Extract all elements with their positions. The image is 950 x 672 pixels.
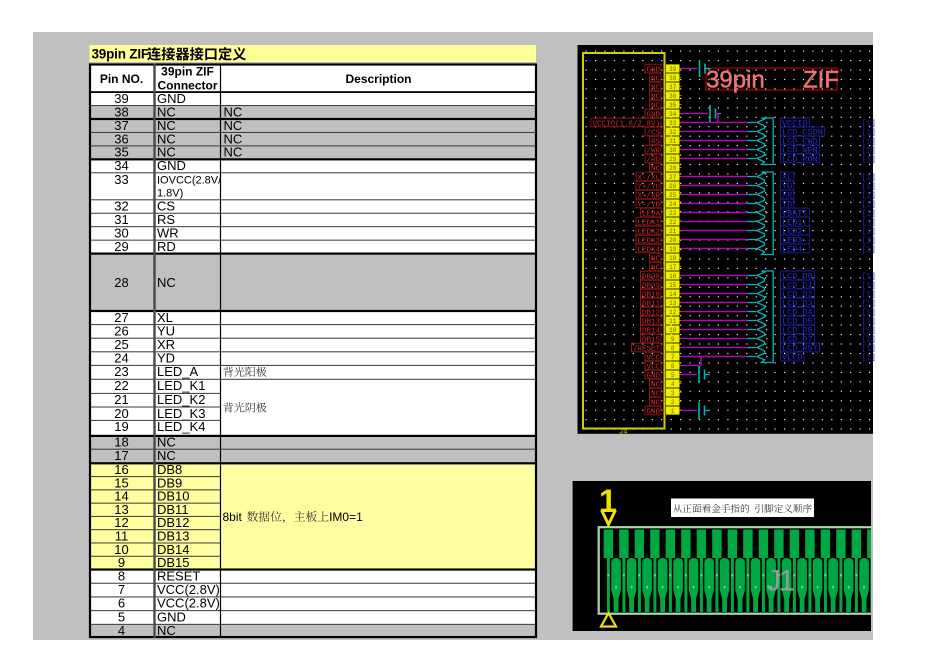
svg-text:[1]: [1] xyxy=(862,138,876,147)
svg-text:11: 11 xyxy=(669,318,677,325)
svg-text:38: 38 xyxy=(669,75,677,82)
svg-text:36: 36 xyxy=(669,93,677,100)
svg-text:NC: NC xyxy=(224,145,243,160)
svg-text:25: 25 xyxy=(669,192,677,199)
svg-text:15: 15 xyxy=(669,282,677,289)
svg-text:LED_K4: LED_K4 xyxy=(157,419,205,434)
svg-text:1.8V): 1.8V) xyxy=(157,187,183,199)
svg-text:4: 4 xyxy=(671,381,675,388)
svg-text:22: 22 xyxy=(114,378,128,393)
svg-text:23: 23 xyxy=(669,210,677,217)
svg-text:LED4-: LED4- xyxy=(782,245,808,255)
svg-text:35: 35 xyxy=(669,102,677,109)
svg-text:[1]: [1] xyxy=(862,309,876,318)
svg-text:5: 5 xyxy=(671,372,675,379)
svg-text:17: 17 xyxy=(669,264,677,271)
svg-text:39: 39 xyxy=(669,66,677,73)
svg-text:30: 30 xyxy=(669,147,677,154)
svg-text:[1]: [1] xyxy=(862,147,876,156)
svg-text:27: 27 xyxy=(669,174,677,181)
svg-text:6: 6 xyxy=(671,363,675,370)
svg-text:32: 32 xyxy=(669,129,677,136)
svg-text:[1]: [1] xyxy=(862,318,876,327)
svg-text:16: 16 xyxy=(669,273,677,280)
svg-text:[1]: [1] xyxy=(862,219,876,228)
svg-text:23: 23 xyxy=(114,364,128,379)
svg-text:J4: J4 xyxy=(619,429,627,437)
svg-text:J1: J1 xyxy=(766,565,795,598)
svg-text:[1]: [1] xyxy=(862,354,876,363)
svg-text:14: 14 xyxy=(669,291,677,298)
svg-text:37: 37 xyxy=(669,84,677,91)
svg-text:[1]: [1] xyxy=(862,237,876,246)
svg-text:[1]: [1] xyxy=(862,246,876,255)
svg-text:7: 7 xyxy=(671,354,675,361)
svg-text:21: 21 xyxy=(669,228,677,235)
svg-text:LCD_RON: LCD_RON xyxy=(782,155,818,165)
svg-text:NC: NC xyxy=(157,623,176,638)
svg-text:[1]: [1] xyxy=(862,291,876,300)
svg-text:19: 19 xyxy=(114,419,128,434)
svg-text:[1]: [1] xyxy=(862,228,876,237)
svg-text:NC: NC xyxy=(157,275,176,290)
svg-text:39pin ZIF: 39pin ZIF xyxy=(92,46,149,61)
svg-text:[1]: [1] xyxy=(862,345,876,354)
svg-text:LED_K1: LED_K1 xyxy=(157,378,205,393)
svg-text:22: 22 xyxy=(669,219,677,226)
svg-text:28: 28 xyxy=(669,165,677,172)
svg-text:[1]: [1] xyxy=(862,129,876,138)
svg-text:1: 1 xyxy=(671,408,675,415)
svg-text:29: 29 xyxy=(114,239,128,254)
svg-text:[1]: [1] xyxy=(862,192,876,201)
svg-text:[1]: [1] xyxy=(862,282,876,291)
svg-text:NC: NC xyxy=(157,448,176,463)
svg-text:GND: GND xyxy=(646,408,660,416)
svg-text:[1]: [1] xyxy=(862,336,876,345)
svg-text:39pin: 39pin xyxy=(706,67,765,94)
svg-text:12: 12 xyxy=(669,309,677,316)
svg-text:18: 18 xyxy=(669,255,677,262)
svg-text:IOVCC(2.8V/: IOVCC(2.8V/ xyxy=(157,174,222,186)
svg-text:31: 31 xyxy=(669,138,677,145)
svg-text:24: 24 xyxy=(669,201,677,208)
svg-text:20: 20 xyxy=(669,237,677,244)
svg-text:[1]: [1] xyxy=(862,120,876,129)
svg-text:[1]: [1] xyxy=(862,174,876,183)
svg-text:[1]: [1] xyxy=(862,327,876,336)
svg-text:ZIF: ZIF xyxy=(803,67,839,94)
svg-text:26: 26 xyxy=(669,183,677,190)
svg-text:29: 29 xyxy=(669,156,677,163)
svg-text:34: 34 xyxy=(669,111,677,118)
svg-text:RD: RD xyxy=(157,239,176,254)
svg-text:[1]: [1] xyxy=(862,201,876,210)
svg-text:13: 13 xyxy=(669,300,677,307)
svg-text:3: 3 xyxy=(671,390,675,397)
svg-text:Pin NO.: Pin NO. xyxy=(100,72,143,86)
svg-text:19: 19 xyxy=(669,246,677,253)
svg-text:[1]: [1] xyxy=(862,273,876,282)
svg-text:8bit: 8bit xyxy=(223,510,243,524)
svg-text:Description: Description xyxy=(345,72,411,86)
svg-text:2: 2 xyxy=(671,399,675,406)
svg-text:LED_A: LED_A xyxy=(157,364,199,379)
svg-text:10: 10 xyxy=(669,327,677,334)
svg-text:IM0=1: IM0=1 xyxy=(329,510,363,524)
svg-text:33: 33 xyxy=(669,120,677,127)
svg-text:39pin ZIF: 39pin ZIF xyxy=(161,64,214,78)
svg-text:[1]: [1] xyxy=(862,300,876,309)
svg-text:4: 4 xyxy=(118,623,125,638)
svg-text:28: 28 xyxy=(114,275,128,290)
svg-text:9: 9 xyxy=(671,336,675,343)
svg-text:[1]: [1] xyxy=(862,210,876,219)
svg-text:[1]: [1] xyxy=(862,156,876,165)
svg-text:[1]: [1] xyxy=(862,183,876,192)
svg-text:VLCD: VLCD xyxy=(782,353,802,363)
svg-text:17: 17 xyxy=(114,448,128,463)
svg-text:33: 33 xyxy=(114,172,128,187)
svg-text:8: 8 xyxy=(671,345,675,352)
